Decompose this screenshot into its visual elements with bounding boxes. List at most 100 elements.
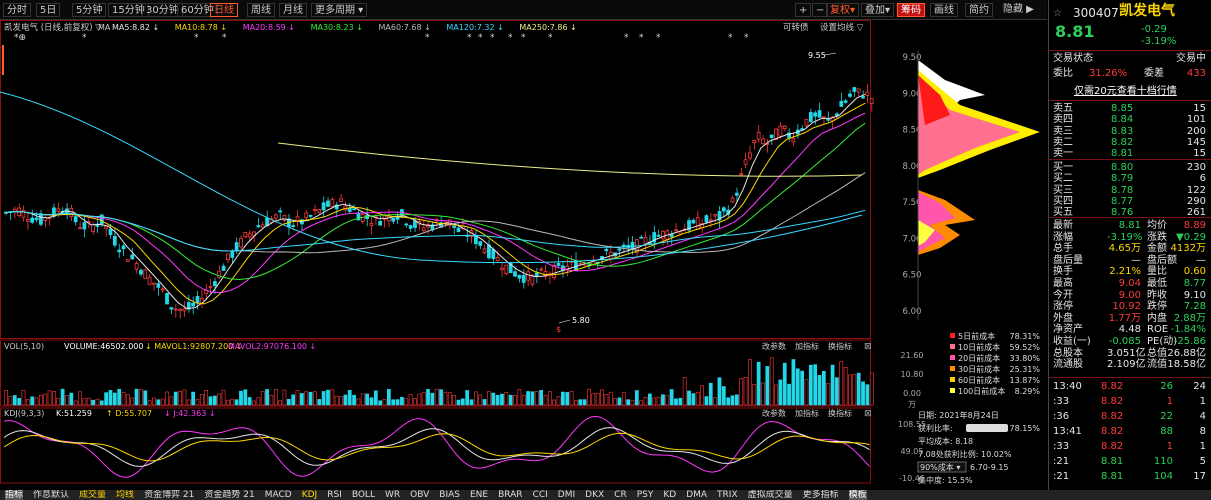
stat-row: 净资产 4.48 ROE -1.84% [1053, 324, 1206, 336]
indicator-tab-10[interactable]: WR [385, 490, 400, 500]
weibi-label: 委比 [1053, 68, 1073, 79]
period-tab-8[interactable]: 月线 [279, 3, 307, 17]
tick-row[interactable]: :33 8.82 1 1 [1049, 396, 1211, 407]
indicator-tab-21[interactable]: DMA [686, 490, 707, 500]
volume-bar [756, 361, 761, 406]
hide-panel-button[interactable]: 隐藏 ▶ [1000, 3, 1037, 17]
indicator-tab-24[interactable]: 更多指标 [803, 490, 839, 500]
toolbar-right-3[interactable]: 叠加▾ [861, 3, 895, 17]
kdj-tool-0: 改参数 [762, 408, 786, 418]
kdj-j-line [3, 415, 870, 478]
volume-bar [252, 400, 256, 406]
period-tab-9[interactable]: 更多周期 ▾ [311, 3, 368, 17]
period-tab-0[interactable]: 分时 [3, 3, 31, 17]
vol-close-icon: ⊠ [864, 342, 872, 352]
volume-bar [730, 395, 735, 406]
indicator-tab-1[interactable]: 作息默认 [33, 490, 69, 500]
indicator-tab-4[interactable]: 资金博弈 21 [144, 490, 194, 500]
indicator-tab-12[interactable]: BIAS [439, 490, 460, 500]
ma-legend-item: MA5:8.82 ↓ [112, 23, 159, 32]
candle-body [782, 125, 787, 130]
ma120-trend [0, 91, 863, 264]
volume-bar [804, 379, 809, 406]
indicator-tab-13[interactable]: ENE [470, 490, 488, 500]
star-icon[interactable]: ☆ [1053, 8, 1062, 19]
toolbar-right-0[interactable]: + [795, 3, 812, 17]
candle-body [117, 249, 122, 253]
volume-bar [295, 390, 300, 406]
indicator-tab-17[interactable]: DKX [585, 490, 604, 500]
candle-body [713, 214, 718, 217]
volume-bar [813, 364, 818, 406]
toolbar-right-2[interactable]: 复权▾ [826, 3, 860, 17]
book-volume: 290 [1186, 195, 1206, 207]
volume-bar [52, 391, 56, 406]
indicator-tab-3[interactable]: 均线 [116, 490, 134, 500]
candle-body [769, 134, 774, 138]
book-label: 卖三 [1053, 125, 1073, 137]
period-tab-1[interactable]: 5日 [36, 3, 61, 17]
period-tab-6[interactable]: 日线 [210, 3, 238, 17]
volume-bar [104, 392, 109, 406]
indicator-tab-16[interactable]: DMI [558, 490, 575, 500]
indicator-tab-23[interactable]: 虚拟成交量 [748, 490, 793, 500]
cost-label: 100日前成本 [958, 386, 1005, 396]
indicator-tab-5[interactable]: 资金趋势 21 [204, 490, 254, 500]
candle-body [34, 217, 39, 221]
toolbar-right-4[interactable]: 筹码 [897, 3, 925, 17]
volume-bar [352, 394, 356, 406]
stat-row: 总股本 3.051亿 总值 26.88亿 [1053, 347, 1206, 359]
tick-row[interactable]: 13:41 8.82 88 8 [1049, 426, 1211, 437]
candle-body [126, 259, 130, 262]
kdj-j: ↓ J:42.363 ↓ [164, 409, 216, 418]
tick-row[interactable]: :36 8.82 22 4 [1049, 411, 1211, 422]
indicator-tab-8[interactable]: RSI [327, 490, 342, 500]
volume-bar [848, 374, 852, 406]
indicator-tab-9[interactable]: BOLL [352, 490, 375, 500]
tick-row[interactable]: 13:40 8.82 26 24 [1049, 381, 1211, 392]
volume-bar [112, 392, 117, 406]
indicator-tab-15[interactable]: CCI [533, 490, 548, 500]
indicator-tab-7[interactable]: KDJ [302, 490, 318, 500]
indicator-tab-19[interactable]: PSY [637, 490, 654, 500]
indicator-tab-22[interactable]: TRIX [717, 490, 738, 500]
period-tab-7[interactable]: 周线 [247, 3, 275, 17]
vol-value: VOLUME:46502.000 [64, 342, 143, 351]
book-row[interactable]: 买四 8.77 290 [1049, 196, 1211, 207]
book-row[interactable]: 卖五 8.85 15 [1049, 103, 1211, 114]
indicator-tab-0[interactable]: 指标 [5, 490, 24, 500]
cost-label: 5日前成本 [958, 331, 995, 341]
book-row[interactable]: 卖三 8.83 200 [1049, 126, 1211, 137]
indicator-tab-25[interactable]: 模板 [848, 490, 867, 500]
indicator-tab-18[interactable]: CR [614, 490, 627, 500]
book-row[interactable]: 买二 8.79 6 [1049, 173, 1211, 184]
level2-banner-link[interactable]: 仅需20元查看十档行情 [1074, 86, 1177, 97]
candle-body [378, 220, 383, 226]
indicator-tab-20[interactable]: KD [663, 490, 676, 500]
toolbar-right-5[interactable]: 画线 [930, 3, 958, 17]
indicator-tab-14[interactable]: BRAR [498, 490, 522, 500]
ma-legend-item: MA20:8.59 ↓ [243, 23, 295, 32]
book-row[interactable]: 买三 8.78 122 [1049, 185, 1211, 196]
indicator-tab-2[interactable]: 成交量 [79, 490, 106, 500]
volume-bar [38, 394, 43, 406]
book-row[interactable]: 卖二 8.82 145 [1049, 137, 1211, 148]
volume-bar [152, 397, 156, 406]
indicator-tab-6[interactable]: MACD [265, 490, 292, 500]
volume-bar [652, 397, 657, 406]
period-tab-2[interactable]: 5分钟 [72, 3, 107, 17]
indicator-tab-11[interactable]: OBV [410, 490, 429, 500]
weibi-value: 31.26% [1089, 68, 1128, 79]
book-row[interactable]: 卖四 8.84 101 [1049, 114, 1211, 125]
candle-body [99, 214, 104, 225]
tick-row[interactable]: :21 8.81 110 5 [1049, 456, 1211, 467]
kline-chart[interactable]: 9.509.008.508.007.507.006.506.00凯发电气 (日线… [0, 20, 1047, 492]
tick-row[interactable]: :21 8.81 104 17 [1049, 471, 1211, 482]
book-row[interactable]: 卖一 8.81 15 [1049, 148, 1211, 159]
tick-row[interactable]: :33 8.82 1 1 [1049, 441, 1211, 452]
toolbar-right-6[interactable]: 简约 [965, 3, 993, 17]
kdj-axis-label: -10.46 [899, 474, 925, 483]
vol-unit: 万 [908, 400, 916, 409]
book-row[interactable]: 买一 8.80 230 [1049, 162, 1211, 173]
stat-row: 最高 9.04 最低 8.77 [1053, 278, 1206, 289]
